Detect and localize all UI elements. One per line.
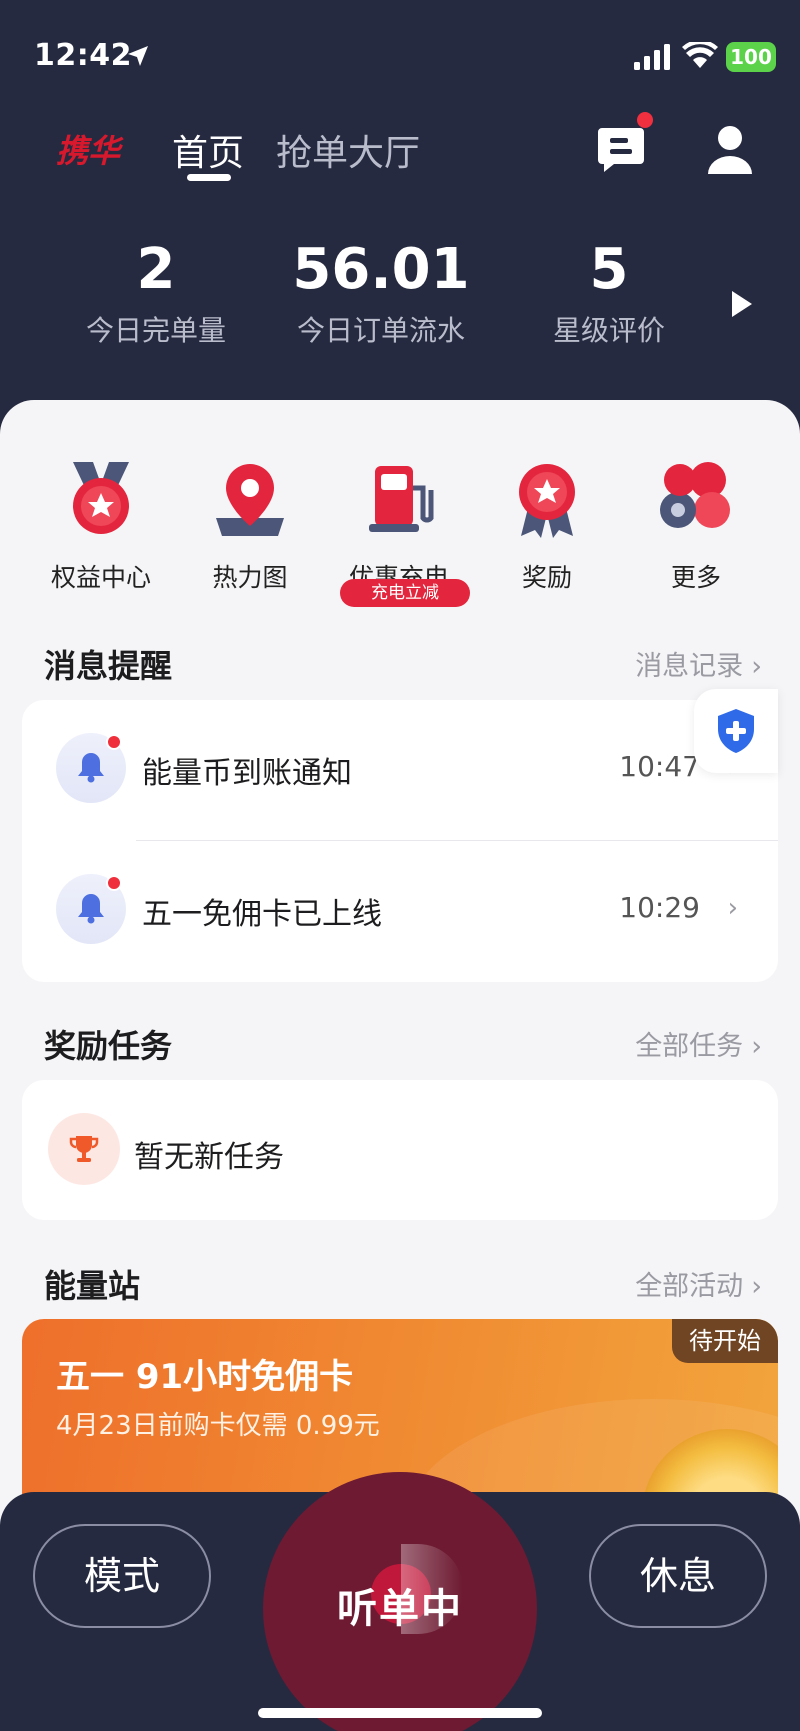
all-activities-link[interactable]: 全部活动 › [635, 1264, 762, 1303]
service-heatmap[interactable]: 热力图 [176, 460, 324, 594]
tab-order-hall[interactable]: 抢单大厅 [276, 124, 420, 176]
tasks-section-title: 奖励任务 [44, 1027, 173, 1065]
chevron-right-icon: › [727, 893, 738, 923]
mode-button[interactable]: 模式 [33, 1524, 211, 1628]
listening-label: 听单中 [337, 1586, 463, 1632]
messages-card: 能量币到账通知 10:47 › 五一免佣卡已上线 10:29 › [22, 700, 778, 982]
today-stats[interactable]: 2 今日完单量 56.01 今日订单流水 5 星级评价 [0, 235, 800, 365]
charging-discount-badge: 充电立减 [340, 579, 470, 607]
active-tab-indicator [187, 174, 231, 181]
bottom-action-bar: 模式 听单中 休息 [0, 1472, 800, 1731]
service-label: 奖励 [521, 563, 572, 592]
message-notification-dot [637, 112, 653, 128]
link-label: 消息记录 [635, 651, 744, 682]
status-time: 12:42 [34, 38, 132, 73]
more-icon [656, 460, 736, 540]
service-label: 更多 [670, 563, 721, 592]
message-item[interactable]: 能量币到账通知 10:47 › [22, 700, 778, 830]
promo-title: 五一 91小时免佣卡 [56, 1357, 354, 1397]
location-arrow-icon [128, 46, 148, 66]
service-grid: 权益中心 热力图 优惠充电 奖励 更多 充电立减 [0, 460, 800, 607]
safety-shield-button[interactable] [694, 689, 778, 773]
stat-value: 2 [136, 237, 176, 302]
home-indicator [258, 1708, 542, 1718]
energy-section-title: 能量站 [44, 1267, 141, 1305]
rest-button[interactable]: 休息 [589, 1524, 767, 1628]
charging-station-icon [359, 460, 439, 540]
battery-indicator: 100 [726, 42, 776, 72]
tasks-card: 暂无新任务 [22, 1080, 778, 1220]
stats-more-arrow-icon[interactable] [728, 289, 754, 319]
shield-icon [718, 709, 754, 753]
wifi-icon [682, 42, 718, 68]
stat-value: 5 [589, 237, 629, 302]
link-label: 全部任务 [635, 1031, 744, 1062]
heatmap-pin-icon [210, 460, 290, 540]
user-profile-icon[interactable] [706, 124, 754, 174]
status-bar: 12:42 100 [0, 0, 800, 110]
stat-label: 星级评价 [552, 314, 665, 347]
chevron-right-icon: › [751, 651, 762, 682]
header: 携华 首页 抢单大厅 [0, 110, 800, 220]
unread-dot [106, 875, 122, 891]
message-text: 能量币到账通知 [142, 756, 352, 791]
service-rewards[interactable]: 奖励 [473, 460, 621, 594]
cellular-signal-icon [634, 44, 670, 70]
message-time: 10:29 [619, 891, 700, 924]
chevron-right-icon: › [751, 1031, 762, 1062]
rights-medal-icon [61, 460, 141, 540]
link-label: 全部活动 [635, 1271, 744, 1302]
promo-status-badge: 待开始 [672, 1319, 778, 1363]
unread-dot [106, 734, 122, 750]
message-item[interactable]: 五一免佣卡已上线 10:29 › [22, 841, 778, 971]
stat-completed-orders: 2 今日完单量 [56, 235, 256, 349]
message-icon[interactable] [596, 124, 646, 174]
stat-value: 56.01 [292, 237, 470, 302]
empty-tasks-text: 暂无新任务 [134, 1140, 284, 1175]
all-tasks-link[interactable]: 全部任务 › [635, 1024, 762, 1063]
stat-label: 今日完单量 [85, 314, 226, 347]
service-discount-charging[interactable]: 优惠充电 [325, 460, 473, 594]
service-rights-center[interactable]: 权益中心 [27, 460, 175, 594]
trophy-icon [48, 1113, 120, 1185]
tab-home[interactable]: 首页 [172, 124, 244, 176]
chevron-right-icon: › [751, 1271, 762, 1302]
app-logo: 携华 [56, 132, 121, 170]
stat-order-revenue: 56.01 今日订单流水 [281, 235, 481, 349]
service-more[interactable]: 更多 [622, 460, 770, 594]
service-label: 热力图 [212, 563, 288, 592]
reward-badge-icon [507, 460, 587, 540]
promo-subtitle: 4月23日前购卡仅需 0.99元 [56, 1411, 380, 1441]
stat-star-rating: 5 星级评价 [509, 235, 709, 349]
message-time: 10:47 [619, 750, 700, 783]
listening-button[interactable]: 听单中 [263, 1472, 537, 1731]
message-text: 五一免佣卡已上线 [142, 897, 382, 932]
messages-section-title: 消息提醒 [44, 647, 173, 685]
service-label: 权益中心 [50, 563, 151, 592]
message-history-link[interactable]: 消息记录 › [635, 644, 762, 683]
stat-label: 今日订单流水 [296, 314, 465, 347]
